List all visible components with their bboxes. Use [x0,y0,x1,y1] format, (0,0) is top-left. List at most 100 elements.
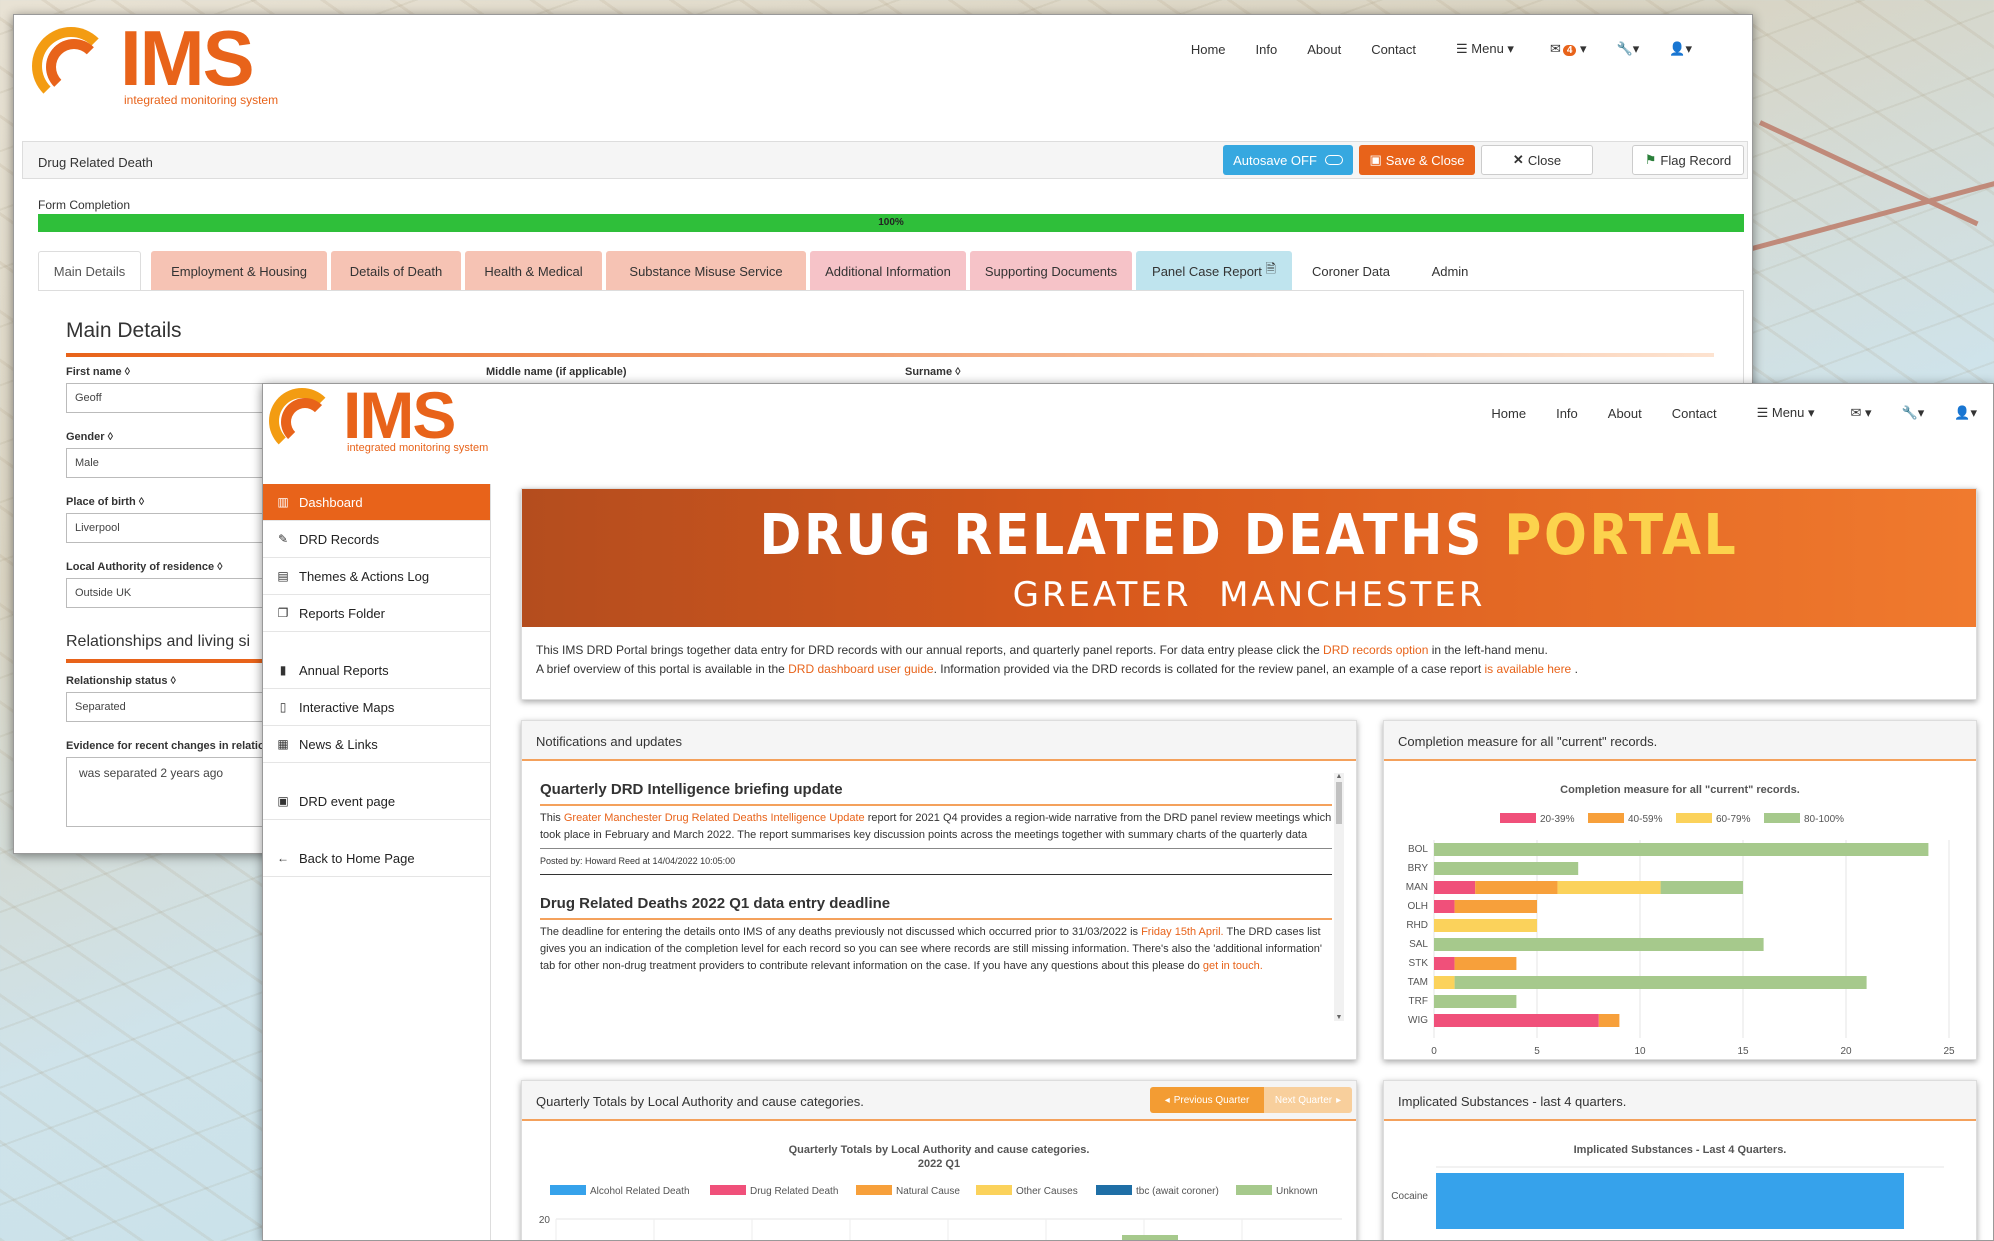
tab-panel-case-report[interactable]: Panel Case Report 🗎 [1136,251,1292,291]
banner-title-portal: PORTAL [1504,503,1739,568]
logo-subtitle: integrated monitoring system [347,442,489,454]
bar-segment [1434,995,1517,1008]
relationship-label: Relationship status ◊ [66,675,176,687]
nav-info[interactable]: Info [1556,406,1578,421]
user-icon[interactable]: 👤▾ [1669,41,1692,57]
user-icon[interactable]: 👤▾ [1954,405,1977,421]
case-report-link[interactable]: is available here [1485,662,1572,676]
nav-home[interactable]: Home [1491,406,1526,421]
user-guide-link[interactable]: DRD dashboard user guide [788,662,933,676]
quarterly-chart: Quarterly Totals by Local Authority and … [539,1144,1342,1240]
logo-swirl-icon [269,384,343,454]
sidebar-item-themes-actions[interactable]: ▤ Themes & Actions Log [263,558,490,595]
bar-segment [1434,881,1476,894]
bar-segment [1434,862,1579,875]
sidebar-item-news-links[interactable]: ▦ News & Links [263,726,490,763]
legend-label: 60-79% [1716,814,1751,825]
bar-segment [1454,976,1867,989]
notification-body: The deadline for entering the details on… [540,926,1323,972]
notifications-list[interactable]: Quarterly DRD Intelligence briefing upda… [534,773,1338,1051]
sidebar-item-drd-event[interactable]: ▣ DRD event page [263,783,490,820]
legend-swatch [710,1185,746,1195]
nav-about[interactable]: About [1307,42,1341,57]
nav-home[interactable]: Home [1191,42,1226,57]
sidebar-item-drd-records[interactable]: ✎ DRD Records [263,521,490,558]
map-icon: ▯ [279,700,287,714]
sidebar-item-back-home[interactable]: ← Back to Home Page [263,840,490,877]
tab-health-medical[interactable]: Health & Medical [465,251,602,291]
close-button[interactable]: ✕ Close [1481,145,1593,175]
sidebar-item-annual-reports[interactable]: ▮ Annual Reports [263,652,490,689]
legend-label: Natural Cause [896,1186,960,1197]
autosave-toggle[interactable]: Autosave OFF [1223,145,1353,175]
nav-contact[interactable]: Contact [1371,42,1416,57]
y-tick-label: OLH [1407,901,1428,912]
sidebar-item-interactive-maps[interactable]: ▯ Interactive Maps [263,689,490,726]
nav-contact[interactable]: Contact [1672,406,1717,421]
bar [1436,1173,1904,1229]
legend-swatch [1676,813,1712,823]
tab-admin[interactable]: Admin [1410,251,1490,291]
bar-segment [1598,1014,1620,1027]
save-icon: ▣ [1369,152,1382,167]
substances-chart: Implicated Substances - Last 4 Quarters.… [1391,1144,1944,1229]
legend-label: Drug Related Death [750,1186,838,1197]
sidebar-item-dashboard[interactable]: ▥ Dashboard [263,484,490,521]
y-tick-label: WIG [1408,1015,1428,1026]
form-title: Drug Related Death [38,155,153,170]
chart-subtitle: 2022 Q1 [918,1158,960,1170]
save-close-button[interactable]: ▣ Save & Close [1359,145,1475,175]
toggle-icon [1324,155,1343,165]
nav-menu[interactable]: ☰ Menu ▾ [1456,41,1514,57]
y-tick-label: SAL [1409,939,1428,950]
legend-swatch [856,1185,892,1195]
tab-coroner-data[interactable]: Coroner Data [1296,251,1406,291]
tab-employment-housing[interactable]: Employment & Housing [151,251,327,291]
tab-substance-misuse[interactable]: Substance Misuse Service [606,251,806,291]
notifications-scrollbar[interactable]: ▲ ▼ [1334,773,1344,1021]
scroll-down-arrow[interactable]: ▼ [1334,1014,1344,1021]
y-tick-label: BRY [1408,863,1429,874]
next-quarter-button[interactable]: Next Quarter ▸ [1264,1087,1352,1113]
tab-supporting-documents[interactable]: Supporting Documents [970,251,1132,291]
banner-subtitle: GREATER MANCHESTER [1012,575,1486,615]
logo-title: IMS [343,383,456,452]
tab-additional-information[interactable]: Additional Information [810,251,966,291]
tools-icon[interactable]: 🔧▾ [1902,405,1925,421]
nav-info[interactable]: Info [1256,42,1278,57]
evidence-label: Evidence for recent changes in relatio [66,740,265,752]
nav-menu[interactable]: ☰ Menu ▾ [1757,405,1815,421]
flag-icon: ⚑ [1644,152,1657,167]
mail-icon[interactable]: ✉ ▾ [1851,405,1872,421]
chart-title: Quarterly Totals by Local Authority and … [789,1144,1090,1156]
tab-main-details[interactable]: Main Details [38,251,141,291]
previous-quarter-button[interactable]: ◂ Previous Quarter [1150,1087,1264,1113]
x-tick-label: 5 [1534,1046,1540,1057]
gender-label: Gender ◊ [66,431,114,443]
scroll-up-arrow[interactable]: ▲ [1334,773,1344,780]
bar [1122,1235,1178,1240]
notification-body: This Greater Manchester Drug Related Dea… [540,812,1332,841]
ims-logo: IMS integrated monitoring system [32,14,278,107]
scroll-thumb[interactable] [1336,782,1342,824]
flag-record-button[interactable]: ⚑ Flag Record [1632,145,1744,175]
deadline-date-link[interactable]: Friday 15th April. [1141,926,1224,938]
legend-swatch [976,1185,1012,1195]
bar-segment [1660,881,1743,894]
intelligence-update-link[interactable]: Greater Manchester Drug Related Deaths I… [564,812,865,824]
intro-panel: DRUG RELATED DEATHS PORTAL GREATER MANCH… [521,488,1977,700]
y-tick-label: STK [1409,958,1429,969]
sidebar-item-reports-folder[interactable]: ❐ Reports Folder [263,595,490,632]
nav-about[interactable]: About [1608,406,1642,421]
section2-title: Relationships and living si [66,633,251,650]
logo-title: IMS [120,14,255,102]
completion-chart: Completion measure for all "current" rec… [1406,784,1955,1057]
y-tick-label: TRF [1409,996,1428,1007]
mail-icon[interactable]: ✉ 4 ▾ [1550,41,1587,57]
tools-icon[interactable]: 🔧▾ [1617,41,1640,57]
legend-label: Other Causes [1016,1186,1078,1197]
tab-details-of-death[interactable]: Details of Death [331,251,461,291]
completion-panel: Completion measure for all "current" rec… [1383,720,1977,1060]
drd-records-link[interactable]: DRD records option [1323,643,1428,657]
get-in-touch-link[interactable]: get in touch. [1203,960,1263,972]
